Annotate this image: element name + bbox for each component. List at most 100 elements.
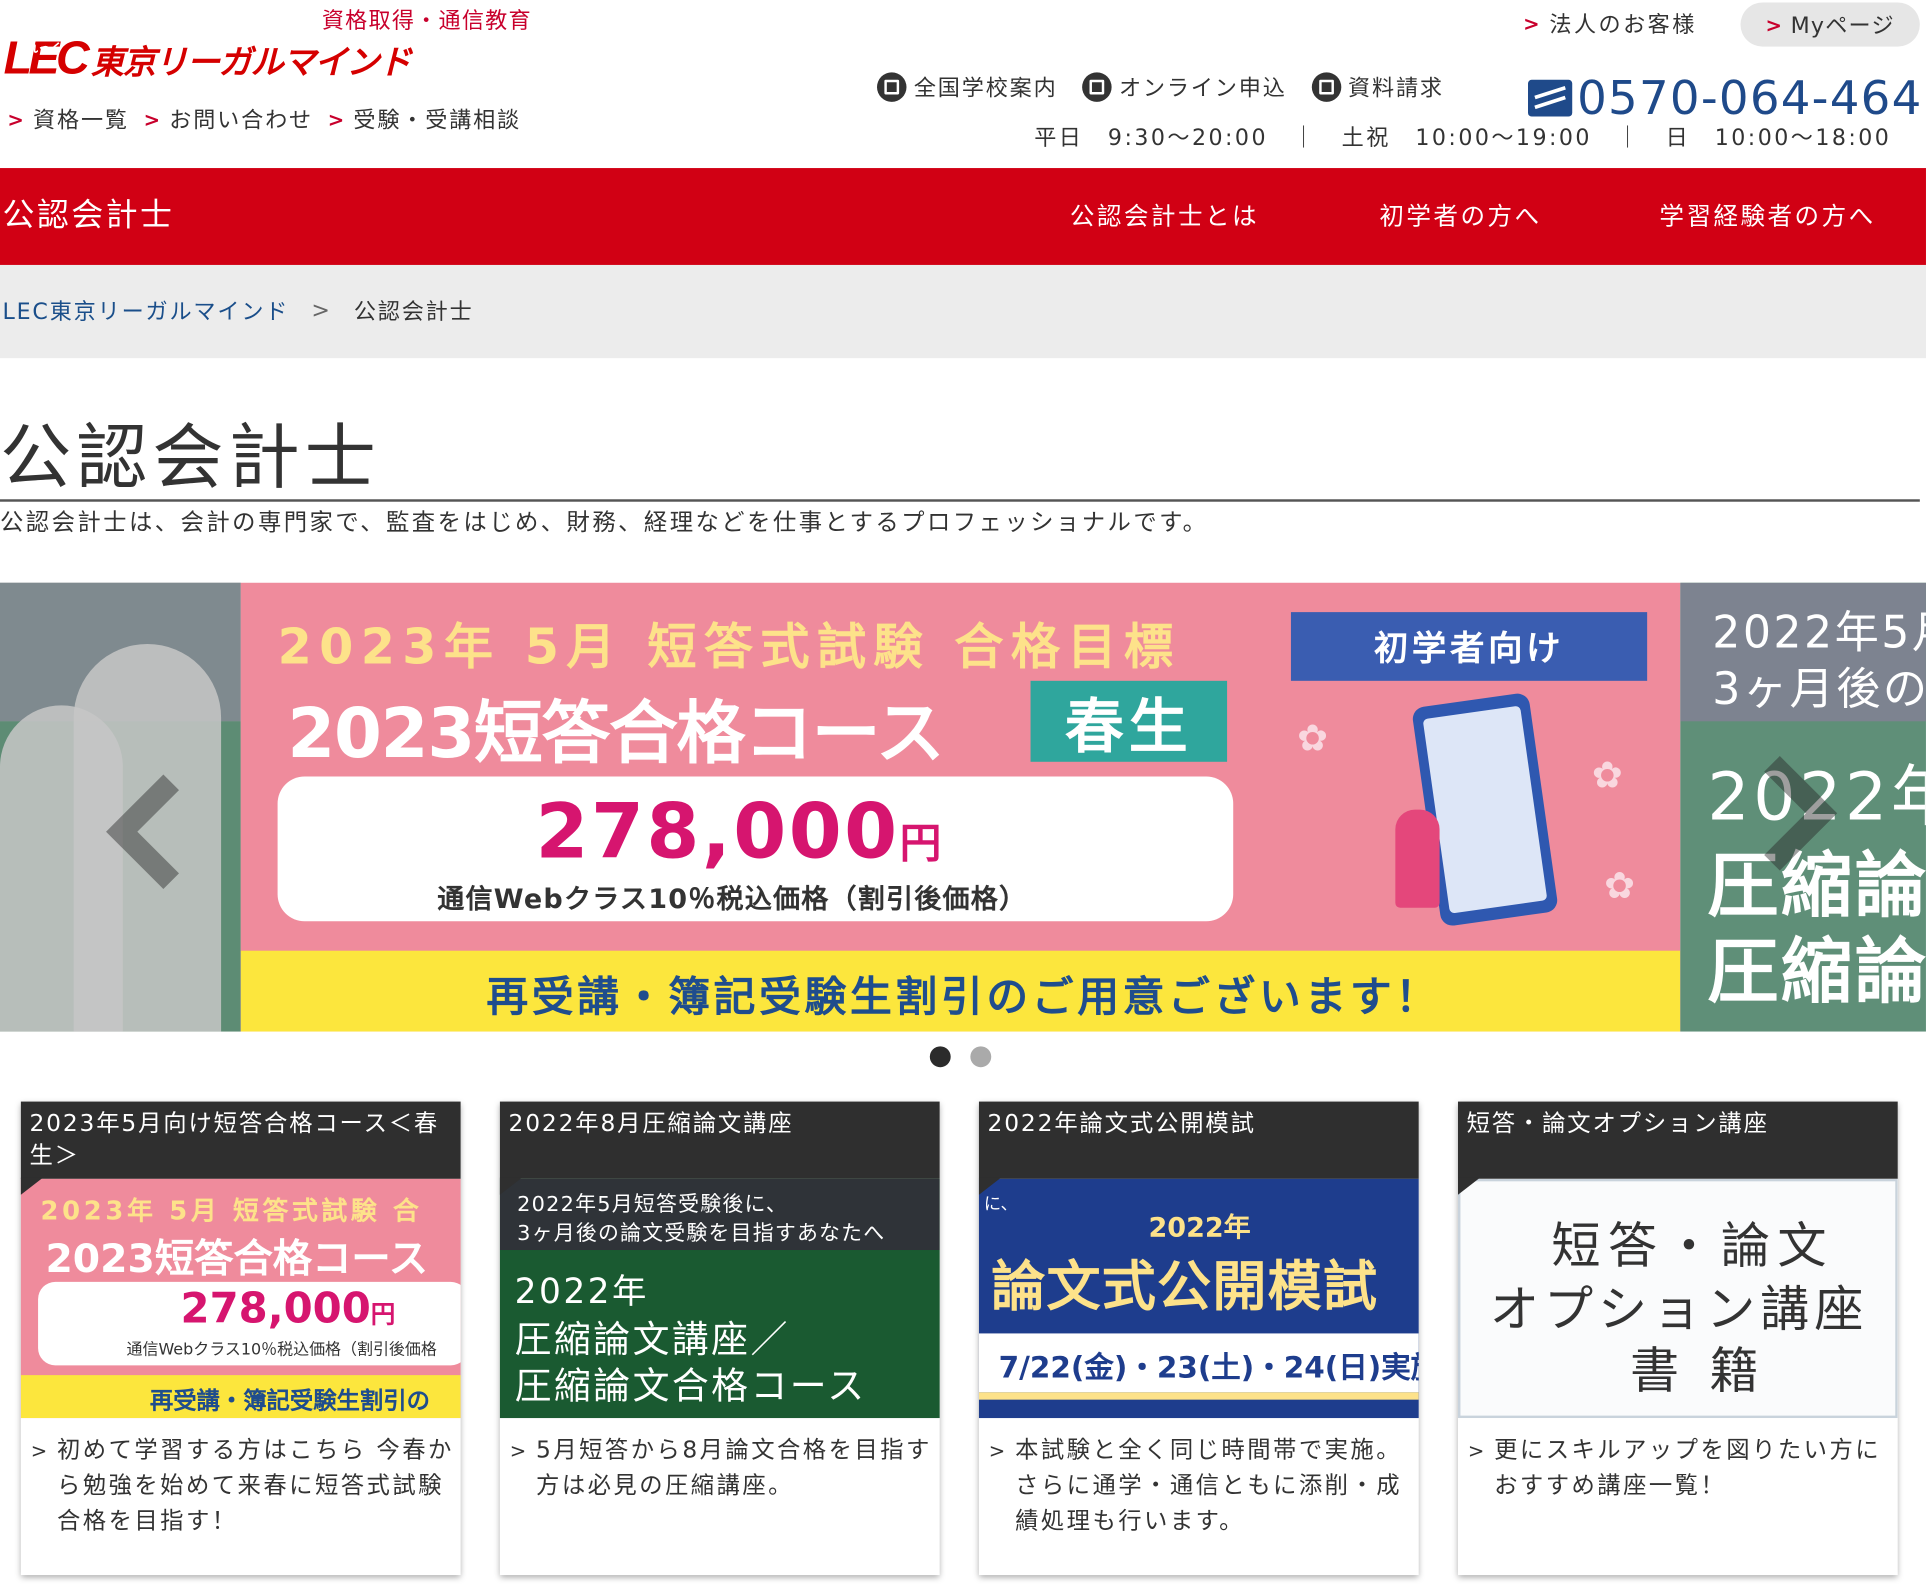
carousel-dot-1[interactable]	[929, 1046, 951, 1068]
breadcrumb: LEC東京リーガルマインド > 公認会計士	[2, 294, 473, 326]
active-slide[interactable]: ✿ ✿ ✿ ✿ 2023年 5月 短答式試験 合格目標 2023短答合格コース …	[240, 582, 1681, 1032]
banner-tag: 春生	[1030, 680, 1228, 762]
banner-course-name: 2023短答合格コース	[287, 694, 944, 775]
logo-name: 東京リーガルマインド	[90, 43, 412, 82]
link-contact-label: お問い合わせ	[169, 107, 313, 134]
card-image-text: 3ヶ月後の論文受験を目指すあなたへ	[517, 1221, 886, 1247]
chevron-right-icon: >	[1765, 12, 1784, 37]
corporate-link-label: 法人のお客様	[1549, 12, 1697, 39]
flower-icon: ✿	[1591, 754, 1623, 798]
school-guide-link[interactable]: 全国学校案内	[877, 71, 1058, 103]
mypage-button[interactable]: > Myページ	[1740, 2, 1920, 47]
banner-headline: 2023年 5月 短答式試験 合格目標	[277, 619, 1181, 676]
course-card[interactable]: 2023年5月向け短答合格コース＜春生＞ 2023年 5月 短答式試験 合 20…	[20, 1101, 461, 1576]
tagline: 資格取得・通信教育	[321, 8, 532, 35]
next-slide-text: 2022年5月	[1712, 608, 1926, 659]
link-qualifications-label: 資格一覧	[33, 107, 129, 134]
business-hours: 平日 9:30～20:00 ｜ 土祝 10:00～19:00 ｜ 日 10:00…	[1034, 125, 1892, 151]
hero-carousel: ✿ ✿ ✿ ✿ 2023年 5月 短答式試験 合格目標 2023短答合格コース …	[0, 582, 1926, 1032]
card-image-text: 2023年 5月 短答式試験 合	[40, 1196, 423, 1226]
card-title: 2022年論文式公開模試	[978, 1101, 1419, 1179]
category-nav	[0, 168, 1926, 265]
card-description-text: 初めて学習する方はこちら 今春から勉強を始めて来春に短答式試験合格を目指す！	[57, 1436, 454, 1535]
nav-item-about[interactable]: 公認会計士とは	[1070, 196, 1259, 232]
chevron-right-icon: >	[311, 297, 332, 324]
header-links: 全国学校案内 オンライン申込 資料請求	[877, 71, 1444, 103]
nav-item-experienced[interactable]: 学習経験者の方へ	[1659, 196, 1875, 232]
card-description: > 本試験と全く同じ時間帯で実施。さらに通学・通信ともに添削・成績処理も行います。	[989, 1433, 1413, 1540]
next-slide-preview[interactable]: 2022年5月 3ヶ月後の 2022年 圧縮論 圧縮論	[1680, 582, 1926, 1032]
card-title: 2023年5月向け短答合格コース＜春生＞	[20, 1101, 461, 1179]
title-divider	[0, 499, 1920, 502]
course-card[interactable]: 2022年論文式公開模試 に、 2022年 論文式公開模試 7/22(金)・23…	[978, 1101, 1419, 1576]
next-slide-text: 圧縮論	[1707, 929, 1926, 1014]
person-illustration	[1395, 809, 1440, 908]
banner-audience-flag: 初学者向け	[1290, 612, 1648, 681]
page-title: 公認会計士	[0, 415, 381, 500]
header-sublinks: > 資格一覧 > お問い合わせ > 受験・受講相談	[7, 103, 521, 135]
page-description: 公認会計士は、会計の専門家で、監査をはじめ、財務、経理などを仕事とするプロフェッ…	[0, 509, 1209, 537]
online-apply-link[interactable]: オンライン申込	[1082, 71, 1287, 103]
card-image-text: 2022年	[514, 1270, 649, 1312]
chevron-right-icon: >	[988, 1438, 1008, 1463]
card-image-text: 7/22(金)・23(土)・24(日)実施	[998, 1350, 1419, 1385]
link-qualifications[interactable]: > 資格一覧	[7, 103, 128, 135]
card-image-text: 2022年5月短答受験後に、	[517, 1192, 789, 1217]
card-image-text: 再受講・簿記受験生割引の	[149, 1387, 430, 1415]
chevron-right-icon: >	[509, 1438, 529, 1463]
school-icon	[877, 72, 907, 102]
card-image-text: 短答・論文	[1551, 1218, 1834, 1275]
banner-price-note: 通信Webクラス10％税込価格（割引後価格）	[437, 884, 1028, 916]
corporate-link[interactable]: > 法人のお客様	[1523, 7, 1697, 39]
carousel-dots	[929, 1046, 992, 1068]
computer-icon	[1082, 72, 1112, 102]
card-image-text: 2023短答合格コース	[45, 1235, 429, 1282]
phone-number[interactable]: 0570-064-464	[1528, 71, 1923, 125]
card-image: 短答・論文 オプション講座 書 籍	[1457, 1178, 1898, 1419]
banner-strip-text: 再受講・簿記受験生割引のご用意ございます！	[486, 972, 1441, 1022]
banner-price: 278,000円	[536, 786, 944, 876]
link-consultation-label: 受験・受講相談	[353, 107, 522, 134]
card-description: > 更にスキルアップを図りたい方におすすめ講座一覧！	[1468, 1433, 1892, 1504]
page: 資格取得・通信教育 LEC れっく 東京リーガルマインド > 資格一覧 > お問い合…	[0, 0, 1926, 1591]
card-image-price: 278,000円	[180, 1284, 396, 1334]
flower-icon: ✿	[1297, 717, 1328, 761]
brochure-label: 資料請求	[1348, 76, 1444, 102]
school-guide-label: 全国学校案内	[913, 76, 1058, 102]
card-image: に、 2022年 論文式公開模試 7/22(金)・23(土)・24(日)実施	[978, 1178, 1419, 1419]
chevron-right-icon: >	[327, 107, 347, 131]
phone-icon	[1528, 79, 1573, 117]
card-title: 短答・論文オプション講座	[1457, 1101, 1898, 1179]
previous-slide-preview[interactable]	[0, 582, 241, 1032]
link-consultation[interactable]: > 受験・受講相談	[328, 103, 521, 135]
category-nav-title[interactable]: 公認会計士	[2, 190, 174, 235]
nav-item-beginners[interactable]: 初学者の方へ	[1379, 196, 1541, 232]
page-canvas: 資格取得・通信教育 LEC れっく 東京リーガルマインド > 資格一覧 > お問い合…	[0, 0, 1926, 1591]
carousel-dot-2[interactable]	[970, 1046, 992, 1068]
person-image	[0, 705, 123, 1032]
card-title: 2022年8月圧縮論文講座	[499, 1101, 940, 1179]
banner-price-unit: 円	[899, 819, 944, 869]
link-contact[interactable]: > お問い合わせ	[144, 103, 313, 135]
phone-number-text: 0570-064-464	[1577, 71, 1923, 126]
card-image-text: 書 籍	[1629, 1343, 1766, 1400]
banner-price-value: 278,000	[535, 786, 900, 876]
chevron-right-icon: >	[1523, 11, 1543, 35]
card-image: 2023年 5月 短答式試験 合 2023短答合格コース 278,000円 通信…	[20, 1178, 461, 1419]
brochure-link[interactable]: 資料請求	[1311, 71, 1444, 103]
next-slide-text: 3ヶ月後の	[1712, 664, 1926, 716]
flower-icon: ✿	[1604, 864, 1636, 908]
logo-ruby: れっく	[25, 42, 63, 57]
card-description: > 初めて学習する方はこちら 今春から勉強を始めて来春に短答式試験合格を目指す！	[31, 1433, 455, 1540]
breadcrumb-current: 公認会計士	[353, 299, 474, 326]
course-card[interactable]: 短答・論文オプション講座 短答・論文 オプション講座 書 籍 > 更にスキルアップ…	[1457, 1101, 1898, 1576]
card-description: >5月短答から8月論文合格を目指す方は必見の圧縮講座。	[510, 1433, 934, 1504]
card-image-text: 通信Webクラス10％税込価格（割引後価格	[126, 1340, 437, 1360]
card-image-text: 論文式公開模試	[991, 1256, 1379, 1319]
document-icon	[1311, 72, 1341, 102]
breadcrumb-home[interactable]: LEC東京リーガルマインド	[2, 294, 289, 326]
course-card[interactable]: 2022年8月圧縮論文講座 2022年5月短答受験後に、 3ヶ月後の論文受験を目…	[499, 1101, 940, 1576]
card-image-rule	[978, 1392, 1419, 1400]
card-image-text: 2022年	[1148, 1213, 1251, 1244]
lec-logo[interactable]: LEC れっく 東京リーガルマインド	[4, 34, 412, 83]
